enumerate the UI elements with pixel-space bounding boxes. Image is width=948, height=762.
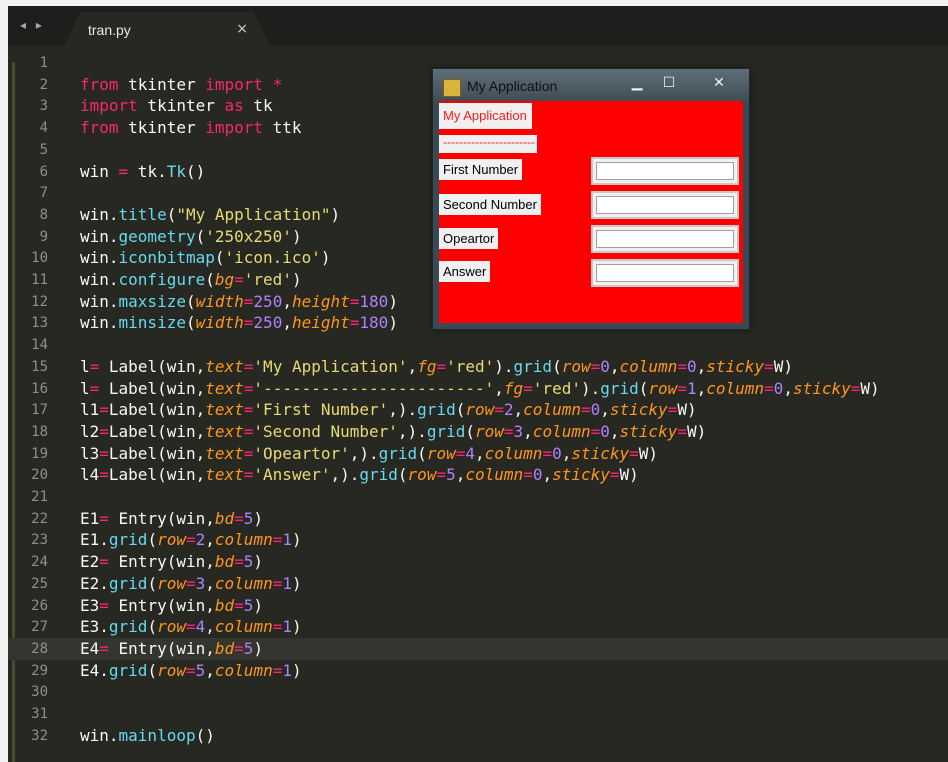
code-text: E3= Entry(win,bd=5) [80, 595, 264, 615]
code-text: win.configure(bg='red') [80, 270, 302, 289]
line-number: 2 [39, 76, 48, 93]
line-number: 21 [31, 489, 48, 505]
code-text: import tkinter as tk [80, 96, 273, 116]
code-text: l1=Label(win,text='First Number',).grid(… [80, 400, 697, 420]
minimize-icon[interactable]: ▁ [623, 73, 651, 93]
tab-nav-arrows[interactable]: ◂ ▸ [20, 18, 45, 32]
line-number: 19 [31, 445, 48, 462]
code-line[interactable]: 32 win.mainloop() [8, 725, 948, 747]
line-number: 32 [31, 727, 48, 744]
close-icon[interactable]: ✕ [701, 73, 737, 93]
tk-window: My Application ▁ ☐ ✕ My Application ----… [432, 68, 750, 330]
line-number: 26 [31, 597, 48, 614]
tk-body: My Application ----------------------- F… [439, 101, 743, 323]
code-line[interactable]: 27 E3.grid(row=4,column=1) [8, 616, 948, 638]
operator-label: Opeartor [439, 228, 499, 249]
second-number-entry[interactable] [591, 191, 739, 219]
line-number: 6 [39, 163, 48, 180]
code-line[interactable]: 16 l= Label(win,text='-------------------… [8, 378, 948, 400]
heading-label: My Application [439, 103, 532, 129]
line-number: 13 [31, 315, 48, 332]
code-line[interactable]: 19 l3=Label(win,text='Opeartor',).grid(ro… [8, 443, 948, 465]
line-number: 30 [31, 684, 48, 701]
code-line[interactable]: 24 E2= Entry(win,bd=5) [8, 551, 948, 573]
code-line[interactable]: 17 l1=Label(win,text='First Number',).gri… [8, 399, 948, 421]
code-text: E4.grid(row=5,column=1) [80, 660, 302, 680]
line-number: 3 [39, 98, 48, 115]
line-number: 10 [31, 250, 48, 267]
code-line[interactable]: 30 [8, 681, 948, 703]
code-text: win.mainloop() [80, 725, 215, 745]
code-line[interactable]: 14 [8, 334, 948, 356]
app-icon [443, 79, 461, 97]
code-text: win.iconbitmap('icon.ico') [80, 248, 331, 268]
line-number: 1 [39, 55, 48, 71]
line-number: 9 [39, 228, 48, 245]
code-text: E3.grid(row=4,column=1) [80, 617, 302, 637]
line-number: 20 [31, 467, 48, 484]
code-line[interactable]: 18 l2=Label(win,text='Second Number',).gr… [8, 421, 948, 443]
tk-titlebar[interactable]: My Application ▁ ☐ ✕ [433, 69, 749, 101]
line-number: 17 [31, 402, 48, 419]
code-text: E4= Entry(win,bd=5) [80, 638, 264, 658]
line-number: 16 [31, 380, 48, 397]
answer-entry[interactable] [591, 259, 739, 287]
code-text: E1.grid(row=2,column=1) [80, 530, 302, 550]
code-text: E1= Entry(win,bd=5) [80, 508, 264, 528]
code-line[interactable]: 25 E2.grid(row=3,column=1) [8, 573, 948, 595]
code-line[interactable]: 21 [8, 486, 948, 508]
line-number: 28 [31, 640, 48, 657]
code-line[interactable]: 31 [8, 703, 948, 725]
line-number: 11 [31, 272, 48, 288]
code-text: win.geometry('250x250') [80, 226, 302, 246]
code-line[interactable]: 29 E4.grid(row=5,column=1) [8, 660, 948, 682]
answer-label: Answer [439, 261, 491, 282]
line-number: 4 [39, 120, 48, 137]
line-number: 24 [31, 554, 48, 571]
operator-entry[interactable] [591, 225, 739, 253]
code-text: from tkinter import * [80, 74, 283, 94]
code-text: E2= Entry(win,bd=5) [80, 552, 264, 572]
tab-tran-py[interactable]: tran.py × [64, 12, 270, 46]
code-text: win = tk.Tk() [80, 161, 206, 181]
code-text: from tkinter import ttk [80, 118, 302, 138]
code-text: win.maxsize(width=250,height=180) [80, 291, 398, 311]
line-number: 31 [31, 706, 48, 722]
code-text: l= Label(win,text='My Application',fg='r… [80, 356, 793, 376]
tab-bar: ◂ ▸ tran.py × [8, 6, 948, 46]
tk-window-title: My Application [467, 78, 558, 94]
code-text: E2.grid(row=3,column=1) [80, 573, 302, 593]
code-text: l3=Label(win,text='Opeartor',).grid(row=… [80, 443, 659, 463]
maximize-icon[interactable]: ☐ [655, 73, 683, 93]
line-number: 29 [31, 662, 48, 679]
line-number: 18 [31, 423, 48, 440]
line-number: 15 [31, 358, 48, 375]
line-number: 7 [39, 185, 48, 202]
line-number: 22 [31, 510, 48, 527]
close-icon[interactable]: × [236, 21, 248, 37]
code-text: l= Label(win,text='---------------------… [80, 378, 880, 398]
code-line[interactable]: 28 E4= Entry(win,bd=5) [8, 637, 948, 660]
line-number: 23 [31, 532, 48, 549]
first-number-label: First Number [439, 159, 523, 180]
code-line[interactable]: 15 l= Label(win,text='My Application',fg=… [8, 356, 948, 378]
line-number: 8 [39, 206, 48, 223]
line-number: 12 [31, 293, 48, 310]
line-number: 14 [31, 337, 48, 354]
code-text: l2=Label(win,text='Second Number',).grid… [80, 421, 707, 441]
code-text: win.minsize(width=250,height=180) [80, 313, 398, 333]
code-line[interactable]: 23 E1.grid(row=2,column=1) [8, 529, 948, 551]
line-number: 27 [31, 619, 48, 636]
code-line[interactable]: 22 E1= Entry(win,bd=5) [8, 508, 948, 530]
code-line[interactable]: 20 l4=Label(win,text='Answer',).grid(row=… [8, 464, 948, 486]
first-number-entry[interactable] [591, 157, 739, 185]
divider-label: ----------------------- [439, 135, 537, 153]
code-text: l4=Label(win,text='Answer',).grid(row=5,… [80, 465, 639, 485]
second-number-label: Second Number [439, 194, 541, 215]
line-number: 5 [39, 141, 48, 158]
code-line[interactable]: 26 E3= Entry(win,bd=5) [8, 595, 948, 617]
code-text: win.title("My Application") [80, 204, 341, 224]
line-number: 25 [31, 575, 48, 592]
tab-filename: tran.py [88, 22, 131, 38]
